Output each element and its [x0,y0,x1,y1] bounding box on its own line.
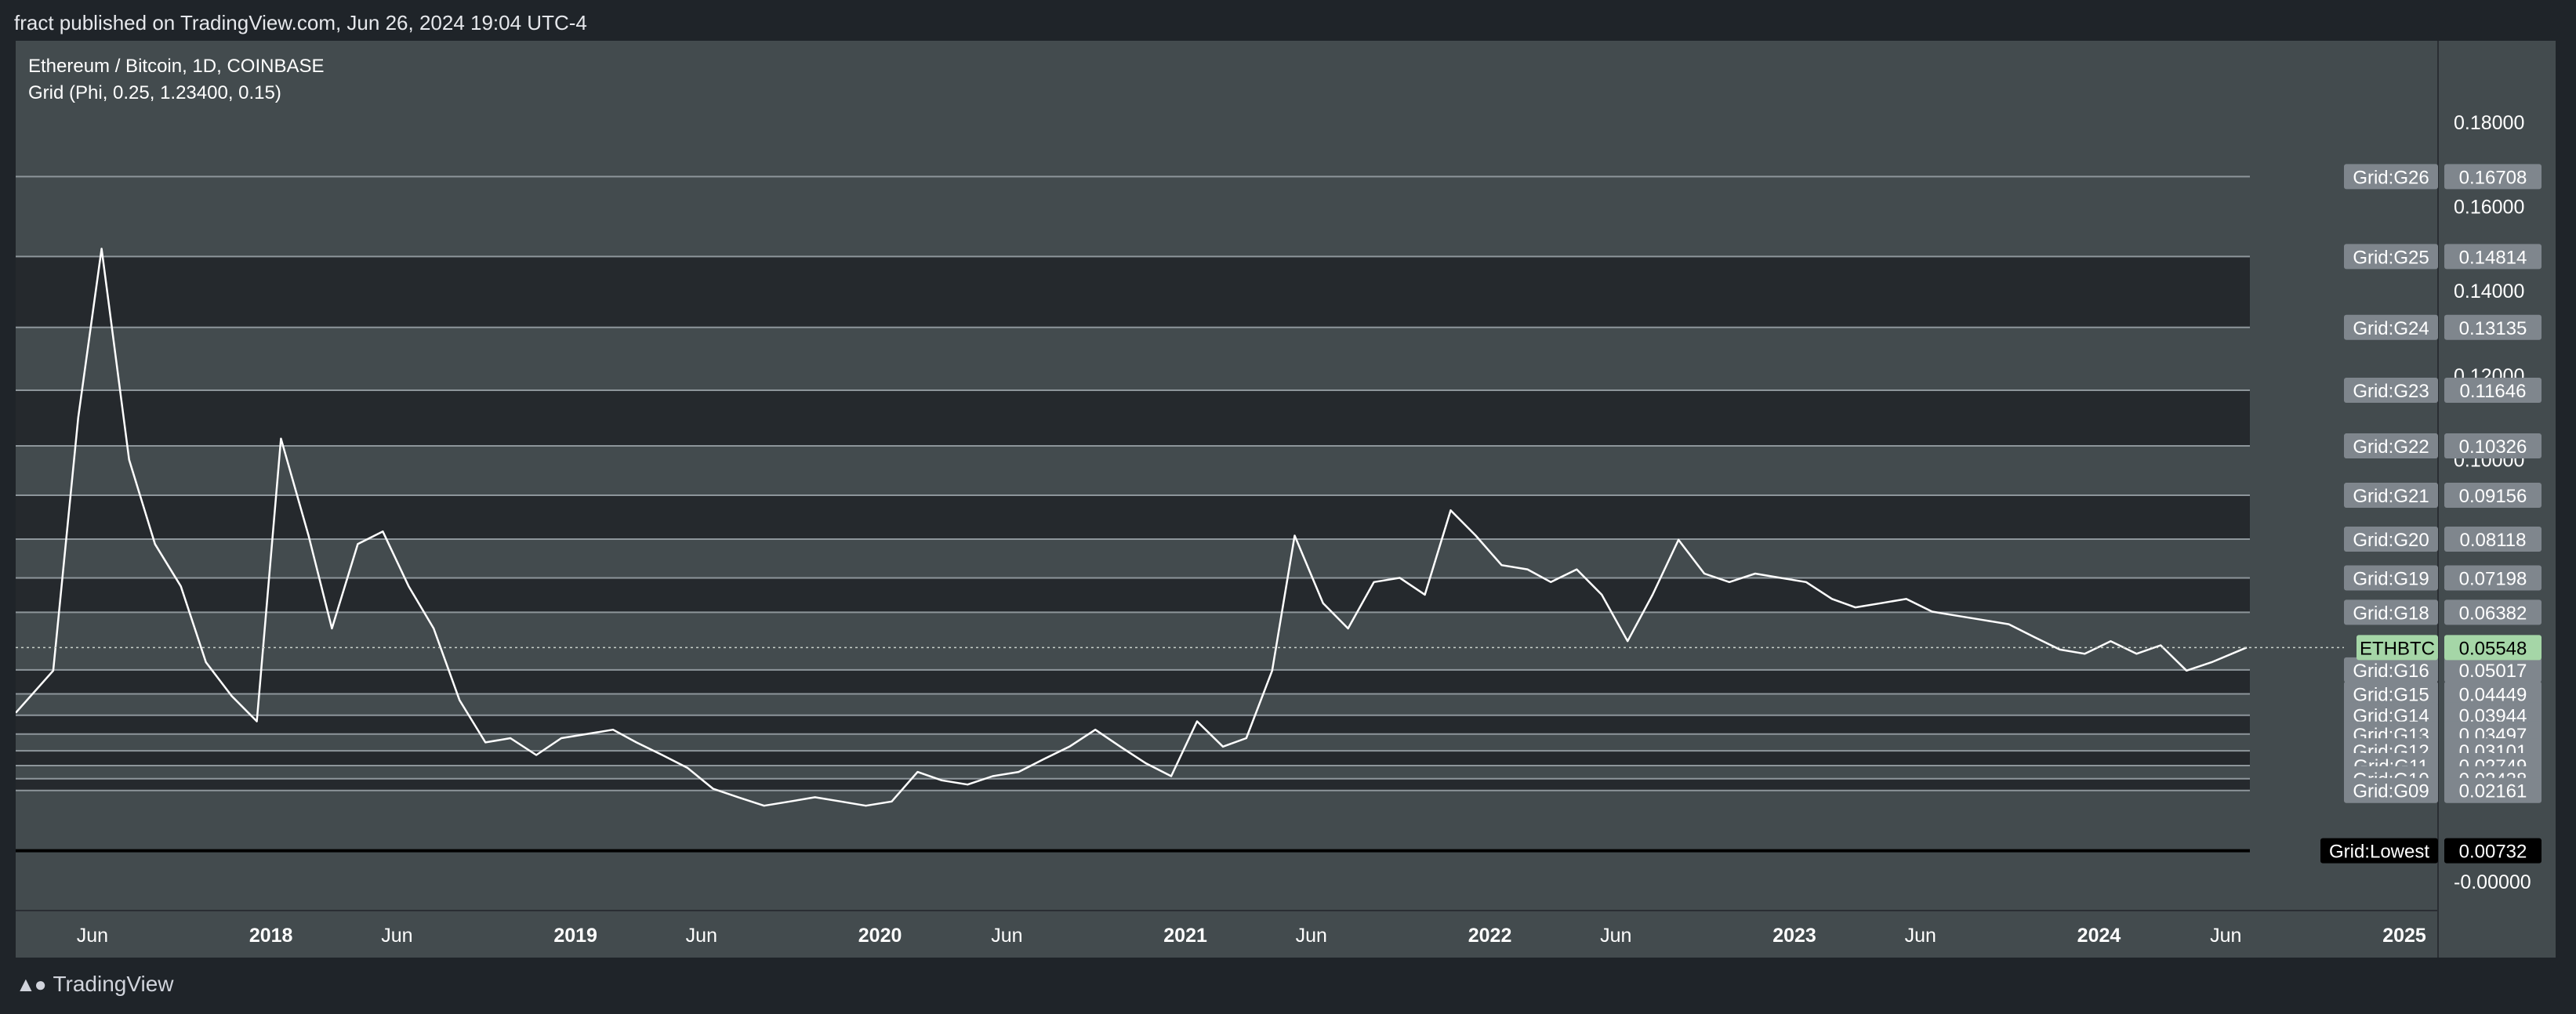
grid-level-name: Grid:G15 [2353,685,2429,706]
grid-level-name: Grid:G25 [2353,247,2429,268]
grid-level-value: 0.10326 [2459,436,2527,458]
grid-level-value: 0.00732 [2459,842,2527,863]
grid-level-name: Grid:G22 [2353,436,2429,458]
x-tick-label: Jun [991,925,1022,947]
grid-level-name: Grid:G26 [2353,167,2429,188]
grid-band [16,256,2250,328]
x-tick-label: 2021 [1163,925,1207,947]
grid-level-value: 0.16708 [2459,167,2527,188]
grid-band [16,751,2250,766]
current-price-label: 0.05548 [2459,638,2527,659]
grid-level-name: Grid:G09 [2353,781,2429,802]
x-tick-label: Jun [77,925,108,947]
grid-level-value: 0.06382 [2459,603,2527,624]
grid-level-value: 0.08118 [2460,530,2527,551]
x-tick-label: 2018 [249,925,293,947]
grid-level-name: Grid:G18 [2353,603,2429,624]
x-tick-label: Jun [1296,925,1327,947]
grid-level-name: Grid:G20 [2353,530,2429,551]
grid-level-value: 0.05017 [2459,661,2527,682]
grid-level-name: Grid:G23 [2353,381,2429,402]
y-tick-label: 0.14000 [2454,281,2524,302]
x-tick-label: 2025 [2382,925,2426,947]
symbol-title[interactable]: Ethereum / Bitcoin, 1D, COINBASE [28,53,324,80]
grid-level-name: Grid:G16 [2353,661,2429,682]
grid-band [16,715,2250,734]
x-tick-label: 2019 [553,925,597,947]
y-tick-label: 0.16000 [2454,197,2524,219]
chart-pane[interactable]: 0.18000 0.16000 0.14000 0.12000 0.10000 -0.00… [16,41,2556,958]
grid-band [16,495,2250,539]
grid-level-name: Grid:Lowest [2329,842,2429,863]
x-tick-label: Jun [686,925,717,947]
x-tick-label: 2022 [1468,925,1512,947]
price-chart[interactable]: 0.180000.160000.140000.120000.10000-0.00… [16,41,2556,958]
x-tick-label: Jun [2210,925,2241,947]
grid-level-name: Grid:G19 [2353,568,2429,589]
grid-level-value: 0.14814 [2459,247,2527,268]
y-tick-label: 0.18000 [2454,112,2524,134]
grid-level-value: 0.11646 [2460,381,2527,402]
indicator-title[interactable]: Grid (Phi, 0.25, 1.23400, 0.15) [28,80,324,107]
grid-level-value: 0.07198 [2459,568,2527,589]
grid-band [16,389,2250,447]
grid-level-value: 0.04449 [2459,685,2527,706]
grid-band [16,778,2250,791]
chart-legend: Ethereum / Bitcoin, 1D, COINBASE Grid (P… [28,53,324,107]
grid-level-name: Grid:G21 [2353,486,2429,507]
current-symbol-label: ETHBTC [2360,638,2435,659]
brand-name[interactable]: TradingView [53,972,173,997]
grid-level-name: Grid:G24 [2353,318,2429,339]
grid-band [16,669,2250,694]
x-tick-label: Jun [1600,925,1631,947]
tradingview-logo-icon: ▲● [16,972,46,996]
publish-info: fract published on TradingView.com, Jun … [14,11,587,34]
grid-level-value: 0.13135 [2459,318,2527,339]
x-tick-label: 2020 [858,925,902,947]
x-tick-label: 2024 [2077,925,2121,947]
x-tick-label: 2023 [1772,925,1816,947]
x-tick-label: Jun [1905,925,1936,947]
footer: ▲● TradingView [16,972,174,997]
y-tick-label: -0.00000 [2454,871,2531,893]
grid-level-value: 0.02161 [2459,781,2527,802]
grid-band [16,578,2250,613]
x-tick-label: Jun [381,925,412,947]
grid-level-value: 0.09156 [2459,486,2527,507]
